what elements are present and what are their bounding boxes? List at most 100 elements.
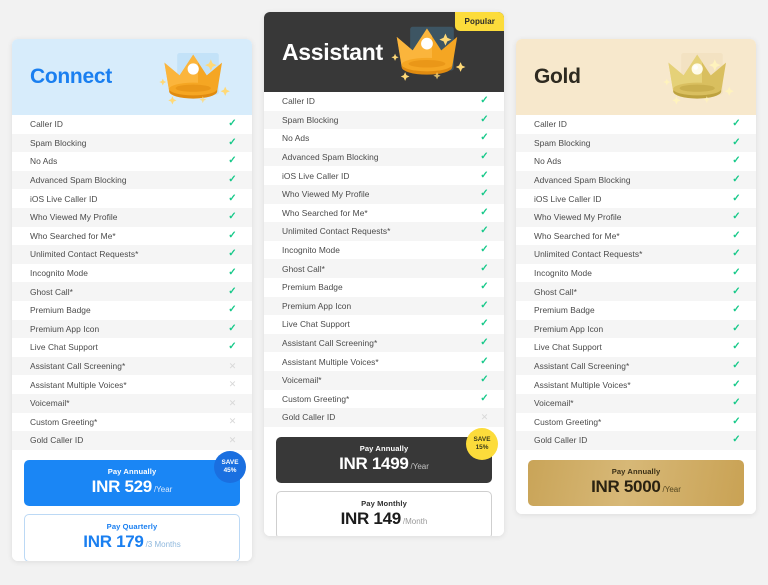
check-icon: ✓ — [732, 341, 741, 353]
check-icon: ✓ — [480, 132, 489, 144]
feature-label: Gold Caller ID — [30, 435, 84, 446]
check-icon: ✓ — [732, 322, 741, 334]
check-icon: ✓ — [228, 285, 237, 297]
check-icon: ✓ — [480, 95, 489, 107]
feature-label: Spam Blocking — [282, 114, 339, 125]
feature-label: iOS Live Caller ID — [534, 193, 602, 204]
feature-label: iOS Live Caller ID — [282, 170, 350, 181]
feature-label: Assistant Call Screening* — [30, 361, 126, 372]
feature-row: iOS Live Caller ID ✓ — [264, 166, 504, 185]
plan-header-gold: Gold — [516, 39, 756, 115]
pricing-footer-gold: Pay Annually INR 5000/Year — [516, 449, 756, 514]
feature-label: Incognito Mode — [30, 268, 88, 279]
price-amount-row: INR 1499/Year — [284, 454, 484, 474]
feature-row: Voicemail* ✓ — [264, 370, 504, 390]
feature-label: Premium App Icon — [534, 323, 604, 334]
check-icon: ✓ — [732, 434, 741, 446]
plan-header-assistant: Assistant Popular — [264, 12, 504, 92]
check-icon: ✓ — [732, 192, 741, 204]
price-amount: INR 149 — [340, 508, 402, 528]
feature-label: Incognito Mode — [282, 245, 340, 256]
feature-row: Premium App Icon ✓ — [12, 319, 252, 339]
feature-row: Ghost Call* ✓ — [12, 282, 252, 301]
feature-row: Caller ID ✓ — [516, 115, 756, 134]
price-amount: INR 179 — [83, 531, 144, 551]
feature-label: Voicemail* — [534, 398, 574, 409]
feature-row: Voicemail* ✓ — [516, 393, 756, 413]
feature-label: Caller ID — [282, 96, 316, 107]
check-icon: ✓ — [732, 155, 741, 167]
plan-card-connect[interactable]: Connect Caller ID ✓ Spam Blocking ✓ No Ads ✓ A… — [12, 39, 252, 561]
plan-card-gold[interactable]: Gold Caller ID ✓ Spam Blocking ✓ No Ads ✓ Adva… — [516, 39, 756, 514]
feature-row: Incognito Mode ✓ — [264, 241, 504, 260]
feature-label: No Ads — [30, 156, 58, 167]
feature-row: Advanced Spam Blocking ✓ — [12, 170, 252, 190]
feature-row: Custom Greeting* ✕ — [12, 413, 252, 432]
check-icon: ✓ — [228, 136, 237, 148]
check-icon: ✓ — [480, 337, 489, 349]
check-icon: ✓ — [732, 211, 741, 223]
crown-icon — [663, 53, 734, 105]
check-icon: ✓ — [732, 248, 741, 260]
check-icon: ✓ — [732, 304, 741, 316]
feature-label: Premium App Icon — [282, 300, 352, 311]
price-option-assistant-1[interactable]: Pay Monthly INR 149/Month — [276, 490, 492, 536]
feature-label: Assistant Call Screening* — [282, 338, 378, 349]
cross-icon: ✕ — [480, 411, 489, 422]
price-period-label: Pay Annually — [359, 443, 409, 453]
check-icon: ✓ — [480, 355, 489, 367]
feature-label: Who Searched for Me* — [282, 207, 368, 218]
check-icon: ✓ — [228, 248, 237, 260]
price-option-connect-0[interactable]: Pay Annually INR 529/Year SAVE 45% — [24, 450, 246, 506]
check-icon: ✓ — [480, 244, 489, 256]
feature-label: Who Searched for Me* — [534, 230, 620, 241]
check-icon: ✓ — [732, 360, 741, 372]
feature-label: Unlimited Contact Requests* — [30, 249, 139, 260]
price-amount-row: INR 149/Month — [285, 508, 483, 529]
feature-label: Premium Badge — [30, 305, 91, 316]
price-option-gold-0[interactable]: Pay Annually INR 5000/Year — [528, 459, 744, 506]
feature-label: Spam Blocking — [30, 137, 87, 148]
feature-label: Who Searched for Me* — [30, 230, 116, 241]
feature-row: Who Viewed My Profile ✓ — [516, 207, 756, 227]
feature-list-gold: Caller ID ✓ Spam Blocking ✓ No Ads ✓ Advanced … — [516, 115, 756, 450]
feature-list-assistant: Caller ID ✓ Spam Blocking ✓ No Ads ✓ Advanced … — [264, 92, 504, 427]
check-icon: ✓ — [732, 136, 741, 148]
cross-icon: ✕ — [228, 416, 237, 427]
feature-row: Caller ID ✓ — [264, 92, 504, 111]
feature-row: Gold Caller ID ✕ — [12, 431, 252, 450]
feature-label: Gold Caller ID — [534, 435, 588, 446]
plan-card-assistant[interactable]: Assistant Popular Caller ID ✓ Spam Blocking… — [264, 12, 504, 536]
feature-row: No Ads ✓ — [516, 152, 756, 171]
feature-label: Voicemail* — [30, 398, 70, 409]
price-period-label: Pay Annually — [107, 466, 157, 476]
feature-label: Live Chat Support — [30, 342, 98, 353]
price-amount-row: INR 5000/Year — [536, 477, 736, 497]
feature-row: Ghost Call* ✓ — [264, 259, 504, 278]
crown-icon — [159, 53, 230, 105]
feature-label: No Ads — [282, 133, 310, 144]
plan-title-gold: Gold — [534, 65, 581, 88]
feature-row: Gold Caller ID ✕ — [264, 408, 504, 427]
feature-row: Assistant Multiple Voices* ✓ — [264, 352, 504, 371]
feature-row: Voicemail* ✕ — [12, 393, 252, 413]
check-icon: ✓ — [732, 118, 741, 130]
check-icon: ✓ — [228, 192, 237, 204]
cross-icon: ✕ — [228, 360, 237, 371]
cross-icon: ✕ — [228, 379, 237, 390]
feature-label: Custom Greeting* — [282, 393, 350, 404]
price-unit: /Year — [410, 461, 429, 471]
price-option-assistant-0[interactable]: Pay Annually INR 1499/Year SAVE 15% — [276, 427, 498, 483]
price-option-connect-1[interactable]: Pay Quarterly INR 179/3 Months — [24, 513, 240, 561]
feature-row: No Ads ✓ — [264, 129, 504, 148]
check-icon: ✓ — [228, 211, 237, 223]
pricing-plans-grid: Connect Caller ID ✓ Spam Blocking ✓ No Ads ✓ A… — [0, 0, 768, 585]
check-icon: ✓ — [480, 151, 489, 163]
check-icon: ✓ — [732, 267, 741, 279]
feature-row: Unlimited Contact Requests* ✓ — [264, 222, 504, 241]
feature-row: Unlimited Contact Requests* ✓ — [12, 245, 252, 264]
feature-label: Assistant Multiple Voices* — [30, 379, 127, 390]
feature-label: Unlimited Contact Requests* — [534, 249, 643, 260]
feature-row: Unlimited Contact Requests* ✓ — [516, 245, 756, 264]
feature-row: Incognito Mode ✓ — [516, 264, 756, 283]
